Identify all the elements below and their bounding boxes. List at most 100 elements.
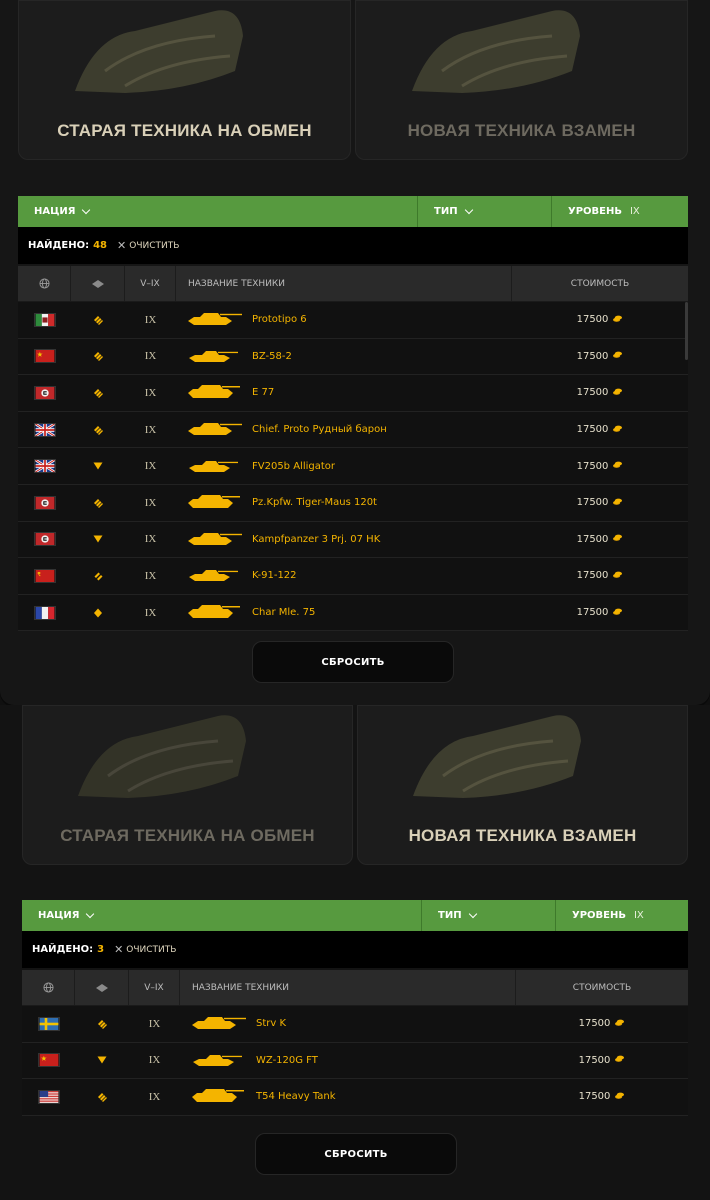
reset-button[interactable]: СБРОСИТЬ — [252, 641, 454, 683]
table-row[interactable]: IX Kampfpanzer 3 Prj. 07 HK 17500 — [18, 521, 688, 559]
vehicle-table-body: IX Prototipo 6 17500 IX BZ-58-2 17500 IX E 77 17… — [18, 302, 688, 632]
table-row[interactable]: IX Char Mle. 75 17500 — [18, 594, 688, 632]
clear-filters-button[interactable]: ✕ ОЧИСТИТЬ — [117, 239, 179, 252]
vehicle-cost: 17500 — [578, 1054, 611, 1066]
vehicle-name: Kampfpanzer 3 Prj. 07 HK — [252, 533, 381, 545]
nation-flag-icon — [22, 1079, 75, 1115]
tank-silhouette-icon — [186, 308, 242, 331]
nation-flag-icon — [18, 339, 71, 375]
table-row[interactable]: IX T54 Heavy Tank 17500 — [22, 1079, 688, 1116]
nation-filter-label: НАЦИЯ — [34, 206, 76, 217]
vehicle-cost: 17500 — [576, 607, 609, 619]
tank-silhouette-icon — [186, 491, 242, 514]
table-row[interactable]: IX BZ-58-2 17500 — [18, 338, 688, 376]
bonds-icon — [608, 350, 623, 362]
card-new-vehicle[interactable]: НОВАЯ ТЕХНИКА ВЗАМЕН — [355, 0, 688, 160]
chevron-down-icon — [86, 909, 95, 918]
table-row[interactable]: IX K-91-122 17500 — [18, 558, 688, 595]
card-new-vehicle[interactable]: НОВАЯ ТЕХНИКА ВЗАМЕН — [357, 705, 688, 865]
sort-tier-header[interactable]: V–IX — [129, 970, 180, 1005]
nation-flag-icon — [18, 558, 71, 594]
tank-silhouette-icon — [186, 345, 242, 368]
vehicle-cost: 17500 — [576, 460, 609, 472]
cost-header-label: СТОИМОСТЬ — [570, 278, 630, 289]
vehicle-tier: IX — [144, 496, 157, 509]
vehicle-name: T54 Heavy Tank — [256, 1091, 336, 1103]
nation-filter[interactable]: НАЦИЯ — [22, 900, 422, 931]
table-row[interactable]: IX Strv K 17500 — [22, 1006, 688, 1043]
vehicle-tier: IX — [148, 1054, 161, 1067]
bonds-icon — [608, 424, 623, 436]
table-row[interactable]: IX Prototipo 6 17500 — [18, 302, 688, 339]
table-row[interactable]: IX WZ-120G FT 17500 — [22, 1042, 688, 1080]
sort-nation-header[interactable] — [18, 266, 71, 301]
bonds-icon — [608, 497, 623, 509]
type-filter-label: ТИП — [434, 206, 458, 217]
table-header: V–IX НАЗВАНИЕ ТЕХНИКИ СТОИМОСТЬ — [18, 266, 688, 302]
vehicle-table-body: IX Strv K 17500 IX WZ-120G FT 17500 IX T54 Heav… — [22, 1006, 688, 1116]
close-icon: ✕ — [114, 943, 124, 956]
sort-class-header[interactable] — [71, 266, 125, 301]
vehicle-name: WZ-120G FT — [256, 1054, 318, 1066]
sort-cost-header[interactable]: СТОИМОСТЬ — [516, 970, 688, 1005]
sort-class-header[interactable] — [75, 970, 129, 1005]
found-count: 3 — [97, 944, 105, 955]
globe-icon — [38, 278, 50, 289]
sort-tier-header[interactable]: V–IX — [125, 266, 176, 301]
chevron-down-icon — [82, 205, 91, 214]
sort-nation-header[interactable] — [22, 970, 75, 1005]
tank-silhouette-icon — [190, 1012, 246, 1035]
vehicle-class-icon — [71, 412, 125, 448]
name-header-label: НАЗВАНИЕ ТЕХНИКИ — [188, 278, 286, 289]
tank-silhouette-icon — [186, 601, 242, 624]
vehicle-class-icon — [95, 983, 108, 992]
scrollbar[interactable] — [685, 302, 688, 360]
tank-silhouette-icon — [186, 564, 242, 587]
card-old-vehicle[interactable]: СТАРАЯ ТЕХНИКА НА ОБМЕН — [18, 0, 351, 160]
vehicle-tier: IX — [144, 533, 157, 546]
bonds-icon — [608, 387, 623, 399]
level-filter[interactable]: УРОВЕНЬ IX — [552, 196, 688, 227]
level-filter-label: УРОВЕНЬ — [572, 910, 626, 921]
chevron-down-icon — [468, 909, 477, 918]
table-row[interactable]: IX E 77 17500 — [18, 375, 688, 412]
tier-header-label: V–IX — [140, 278, 160, 289]
vehicle-cost: 17500 — [576, 570, 609, 582]
vehicle-cost: 17500 — [576, 350, 609, 362]
reset-button[interactable]: СБРОСИТЬ — [255, 1133, 457, 1175]
tier-header-label: V–IX — [144, 982, 164, 993]
card-old-title: СТАРАЯ ТЕХНИКА НА ОБМЕН — [60, 826, 315, 845]
card-old-vehicle[interactable]: СТАРАЯ ТЕХНИКА НА ОБМЕН — [22, 705, 353, 865]
table-row[interactable]: IX FV205b Alligator 17500 — [18, 448, 688, 485]
bonds-icon — [608, 570, 623, 582]
vehicle-cost: 17500 — [576, 533, 609, 545]
card-new-title: НОВАЯ ТЕХНИКА ВЗАМЕН — [407, 121, 636, 140]
nation-flag-icon — [18, 302, 71, 338]
nation-filter-label: НАЦИЯ — [38, 910, 80, 921]
table-row[interactable]: IX Pz.Kpfw. Tiger-Maus 120t 17500 — [18, 484, 688, 522]
vehicle-class-icon — [71, 595, 125, 631]
globe-icon — [42, 982, 54, 993]
clear-label: ОЧИСТИТЬ — [129, 240, 180, 251]
type-filter[interactable]: ТИП — [418, 196, 552, 227]
nation-flag-icon — [18, 595, 71, 631]
found-label: НАЙДЕНО: — [32, 944, 94, 955]
exchange-cards: СТАРАЯ ТЕХНИКА НА ОБМЕН НОВАЯ ТЕХНИКА ВЗ… — [22, 705, 688, 865]
vehicle-class-icon — [71, 375, 125, 411]
tank-silhouette-icon — [190, 1049, 246, 1072]
level-filter[interactable]: УРОВЕНЬ IX — [556, 900, 688, 931]
vehicle-cost: 17500 — [578, 1018, 611, 1030]
sort-name-header[interactable]: НАЗВАНИЕ ТЕХНИКИ — [180, 970, 516, 1005]
vehicle-name: FV205b Alligator — [252, 460, 336, 472]
type-filter-label: ТИП — [438, 910, 462, 921]
table-row[interactable]: IX Chief. Proto Рудный барон 17500 — [18, 411, 688, 449]
sort-name-header[interactable]: НАЗВАНИЕ ТЕХНИКИ — [176, 266, 512, 301]
type-filter[interactable]: ТИП — [422, 900, 556, 931]
nation-filter[interactable]: НАЦИЯ — [18, 196, 418, 227]
bonds-icon — [608, 314, 623, 326]
vehicle-tier: IX — [148, 1090, 161, 1103]
clear-filters-button[interactable]: ✕ ОЧИСТИТЬ — [114, 943, 176, 956]
tank-silhouette-icon — [186, 455, 242, 478]
bonds-icon — [610, 1091, 625, 1103]
sort-cost-header[interactable]: СТОИМОСТЬ — [512, 266, 688, 301]
